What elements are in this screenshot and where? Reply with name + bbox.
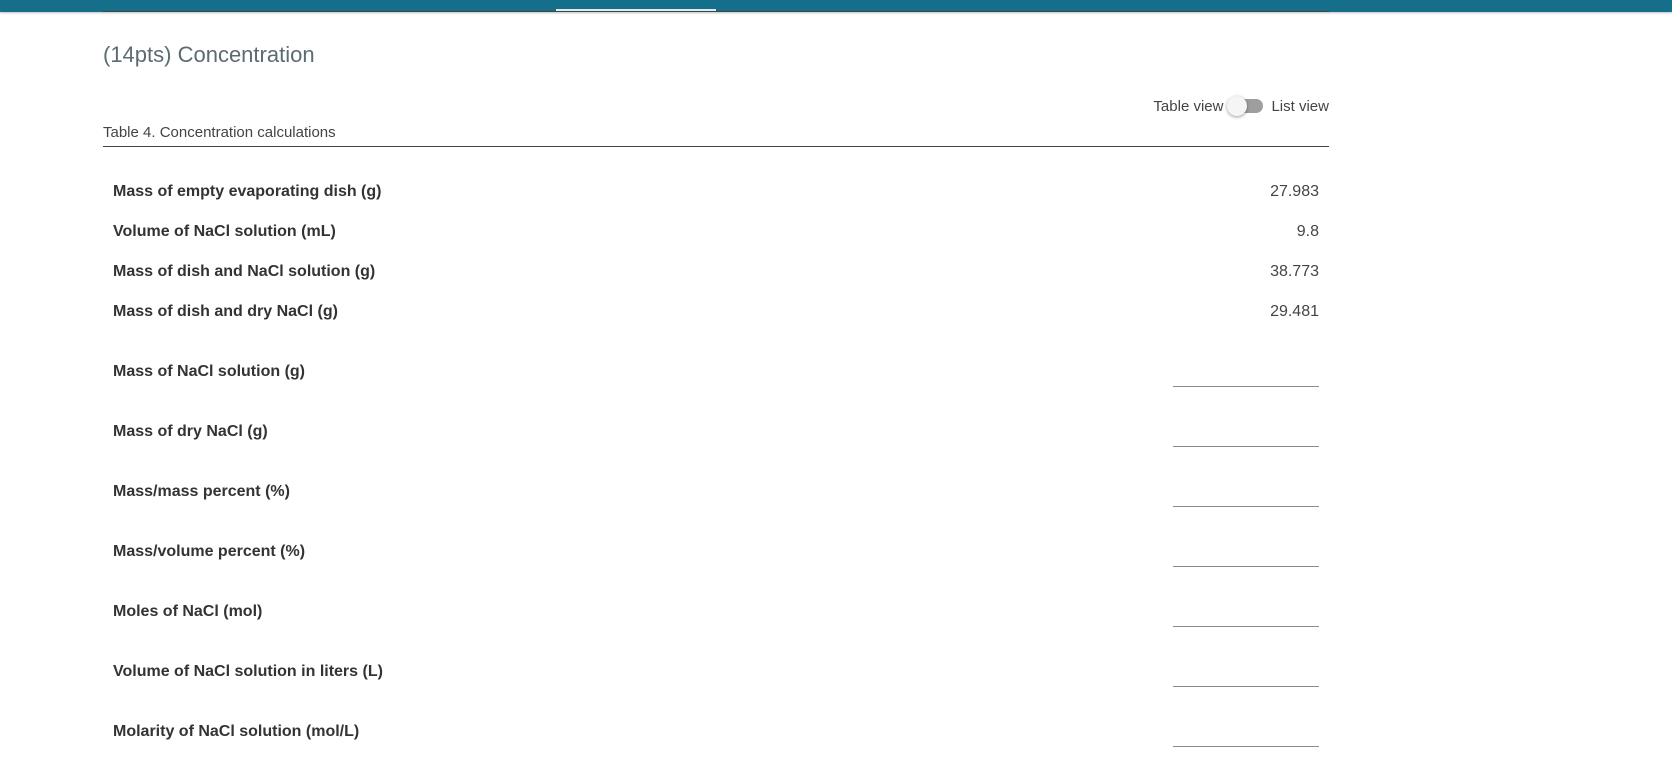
section-title: (14pts) Concentration [103, 42, 315, 67]
row-label: Mass of NaCl solution (g) [113, 363, 305, 380]
row-label: Mass of dish and NaCl solution (g) [113, 263, 376, 280]
view-toggle: Table view List view [1100, 94, 1329, 118]
mass-dry-nacl-input[interactable] [1173, 418, 1319, 447]
row-value: 27.983 [1270, 183, 1319, 200]
table-row: Mass of dish and NaCl solution (g) 38.77… [103, 258, 1329, 288]
top-nav-bar [0, 0, 1672, 12]
table-row: Mass of empty evaporating dish (g) 27.98… [103, 178, 1329, 208]
row-label: Moles of NaCl (mol) [113, 603, 263, 620]
table-row: Mass/mass percent (%) [103, 478, 1329, 508]
row-label: Mass of empty evaporating dish (g) [113, 183, 382, 200]
table-row: Volume of NaCl solution in liters (L) [103, 658, 1329, 688]
caption-divider [103, 146, 1329, 147]
row-label: Mass of dish and dry NaCl (g) [113, 303, 338, 320]
table-row: Mass of dish and dry NaCl (g) 29.481 [103, 298, 1329, 328]
table-row: Mass of NaCl solution (g) [103, 358, 1329, 388]
list-view-label: List view [1271, 97, 1329, 115]
row-label: Mass/mass percent (%) [113, 483, 290, 500]
row-label: Molarity of NaCl solution (mol/L) [113, 723, 360, 740]
molarity-input[interactable] [1173, 718, 1319, 747]
row-value: 9.8 [1296, 223, 1319, 240]
table-caption: Table 4. Concentration calculations [103, 124, 336, 141]
mass-nacl-solution-input[interactable] [1173, 358, 1319, 387]
mass-mass-percent-input[interactable] [1173, 478, 1319, 507]
table-row: Volume of NaCl solution (mL) 9.8 [103, 218, 1329, 248]
row-label: Volume of NaCl solution (mL) [113, 223, 336, 240]
table-row: Moles of NaCl (mol) [103, 598, 1329, 628]
row-value: 29.481 [1270, 303, 1319, 320]
row-label: Mass of dry NaCl (g) [113, 423, 268, 440]
row-value: 38.773 [1270, 263, 1319, 280]
volume-liters-input[interactable] [1173, 658, 1319, 687]
view-toggle-switch[interactable] [1227, 96, 1264, 116]
toggle-thumb[interactable] [1227, 96, 1248, 116]
row-label: Volume of NaCl solution in liters (L) [113, 663, 383, 680]
table-row: Mass/volume percent (%) [103, 538, 1329, 568]
table-row: Molarity of NaCl solution (mol/L) [103, 718, 1329, 748]
nav-bar-edge [103, 11, 1329, 12]
table-view-label: Table view [1153, 97, 1224, 115]
moles-nacl-input[interactable] [1173, 598, 1319, 627]
mass-volume-percent-input[interactable] [1173, 538, 1319, 567]
row-label: Mass/volume percent (%) [113, 543, 306, 560]
table-row: Mass of dry NaCl (g) [103, 418, 1329, 448]
